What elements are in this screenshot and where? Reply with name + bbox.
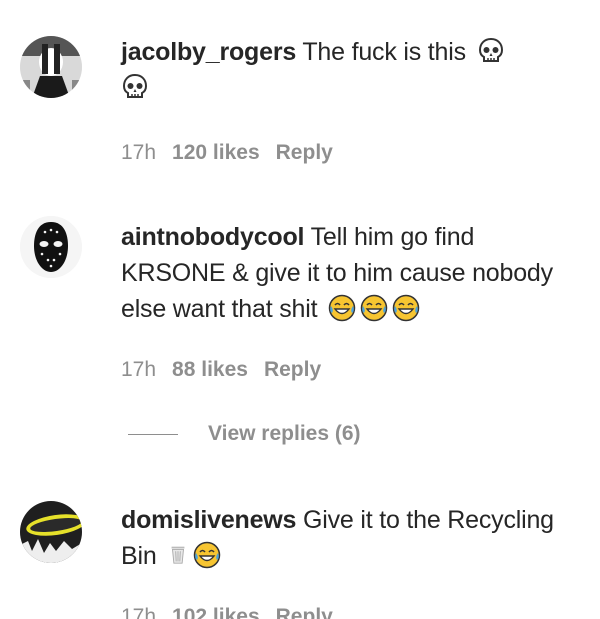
comment-meta: 17h 120 likes Reply <box>121 141 333 165</box>
skull-icon <box>121 73 149 101</box>
laughing-face-icon <box>193 541 221 569</box>
comment-meta: 17h 88 likes Reply <box>121 358 321 382</box>
laughing-face-icon <box>360 294 388 322</box>
comment-likes[interactable]: 88 likes <box>172 358 248 382</box>
divider-line <box>128 433 178 435</box>
comment-time[interactable]: 17h <box>121 358 156 382</box>
comment-body: jacolby_rogers The fuck is this <box>121 34 581 106</box>
comment-text: The fuck is this <box>302 38 466 66</box>
laughing-face-icon <box>328 294 356 322</box>
comment-username[interactable]: aintnobodycool <box>121 223 304 251</box>
comment-time[interactable]: 17h <box>121 141 156 165</box>
skull-icon <box>477 37 505 65</box>
view-replies-button[interactable]: View replies (6) <box>128 422 361 446</box>
avatar[interactable] <box>20 36 82 98</box>
avatar[interactable] <box>20 501 82 563</box>
avatar[interactable] <box>20 216 82 278</box>
laughing-face-icon <box>392 294 420 322</box>
reply-button[interactable]: Reply <box>264 358 321 382</box>
wastebasket-icon <box>167 543 189 567</box>
comment-likes[interactable]: 102 likes <box>172 605 260 619</box>
comment-username[interactable]: jacolby_rogers <box>121 38 296 66</box>
hockey-mask-icon <box>20 216 82 278</box>
reply-button[interactable]: Reply <box>276 141 333 165</box>
user-photo-icon <box>20 36 82 98</box>
comment-meta: 17h 102 likes Reply <box>121 605 333 619</box>
user-photo-icon <box>20 501 82 563</box>
comment-body: domislivenews Give it to the Recycling B… <box>121 502 581 574</box>
comment-time[interactable]: 17h <box>121 605 156 619</box>
reply-button[interactable]: Reply <box>276 605 333 619</box>
view-replies-label: View replies (6) <box>208 422 361 445</box>
comment-body: aintnobodycool Tell him go find KRSONE &… <box>121 219 581 327</box>
comment-likes[interactable]: 120 likes <box>172 141 260 165</box>
comment-username[interactable]: domislivenews <box>121 506 296 534</box>
